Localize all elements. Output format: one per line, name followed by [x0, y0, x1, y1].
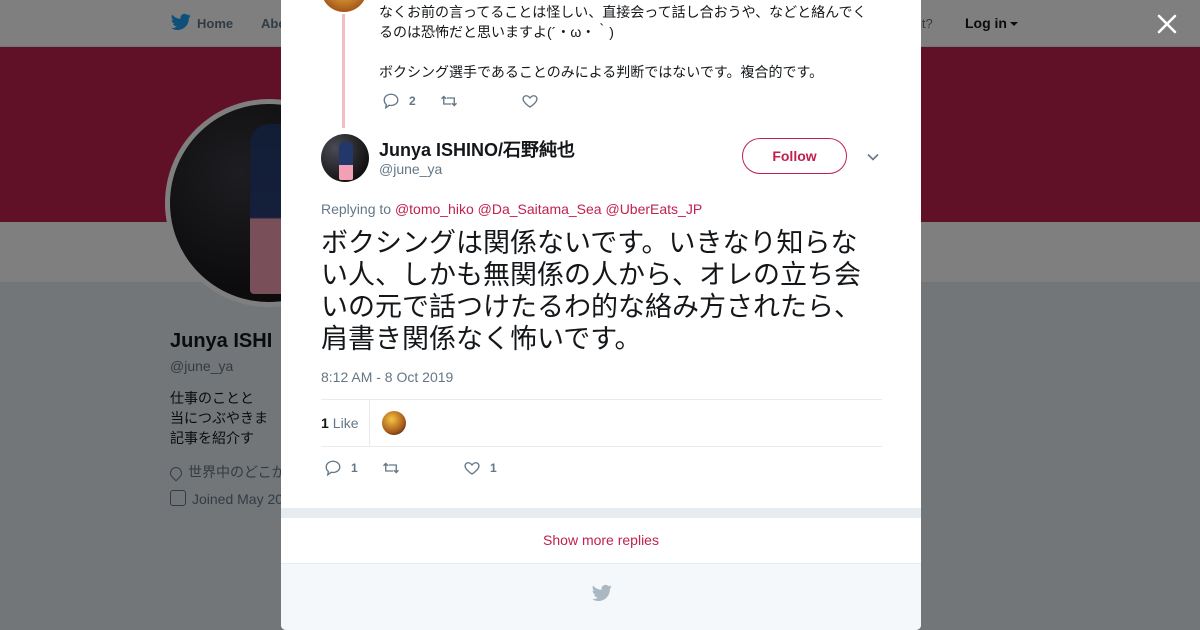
modal-footer [281, 564, 921, 630]
liker-avatar[interactable] [382, 411, 406, 435]
heart-icon [464, 462, 480, 475]
tweet-author-avatar[interactable] [321, 134, 369, 182]
mention-link[interactable]: @tomo_hiko [395, 201, 474, 217]
tweet-text: ボクシングは関係ないです。いきなり知らない人、しかも無関係の人から、オレの立ち会… [321, 228, 861, 354]
chevron-down-icon[interactable] [866, 150, 880, 164]
section-separator [281, 508, 921, 518]
thread-connector-line [342, 14, 345, 128]
tweet-stats: 1 Like [321, 399, 882, 447]
tweet-author-handle[interactable]: @june_ya [379, 161, 442, 177]
tweet-author-name[interactable]: Junya ISHINO/石野純也 [379, 136, 575, 162]
show-more-replies-link[interactable]: Show more replies [281, 518, 921, 564]
reply-icon [383, 93, 399, 110]
replying-to: Replying to @tomo_hiko @Da_Saitama_Sea @… [321, 201, 702, 217]
like-stat[interactable]: 1 Like [321, 415, 358, 431]
twitter-bird-icon [592, 584, 612, 601]
heart-icon [522, 95, 538, 108]
close-icon[interactable] [1155, 12, 1179, 36]
reply-count: 1 [351, 461, 358, 475]
retweet-button[interactable] [382, 459, 400, 477]
retweet-icon [441, 95, 457, 107]
like-stat-label: Like [332, 415, 359, 431]
retweet-button[interactable] [440, 92, 458, 110]
reply-icon [325, 460, 341, 477]
like-stat-count: 1 [321, 415, 329, 431]
stats-divider [369, 400, 370, 446]
mention-link[interactable]: @Da_Saitama_Sea [478, 201, 602, 217]
follow-button[interactable]: Follow [742, 138, 847, 174]
mention-link[interactable]: @UberEats_JP [605, 201, 702, 217]
like-button[interactable]: 1 [463, 459, 497, 477]
replying-prefix: Replying to [321, 201, 392, 217]
tweet-permalink-modal: なくお前の言ってることは怪しい、直接会って話し合おうや、などと絡んでく るのは恐… [281, 0, 921, 630]
previous-tweet-avatar[interactable] [321, 0, 367, 12]
tweet-timestamp[interactable]: 8:12 AM - 8 Oct 2019 [321, 369, 453, 385]
reply-count: 2 [409, 94, 416, 108]
retweet-icon [383, 462, 399, 474]
like-count: 1 [490, 461, 497, 475]
reply-button[interactable]: 2 [382, 92, 416, 110]
reply-button[interactable]: 1 [324, 459, 358, 477]
like-button[interactable] [521, 92, 539, 110]
previous-tweet-text: なくお前の言ってることは怪しい、直接会って話し合おうや、などと絡んでく るのは恐… [379, 4, 867, 80]
